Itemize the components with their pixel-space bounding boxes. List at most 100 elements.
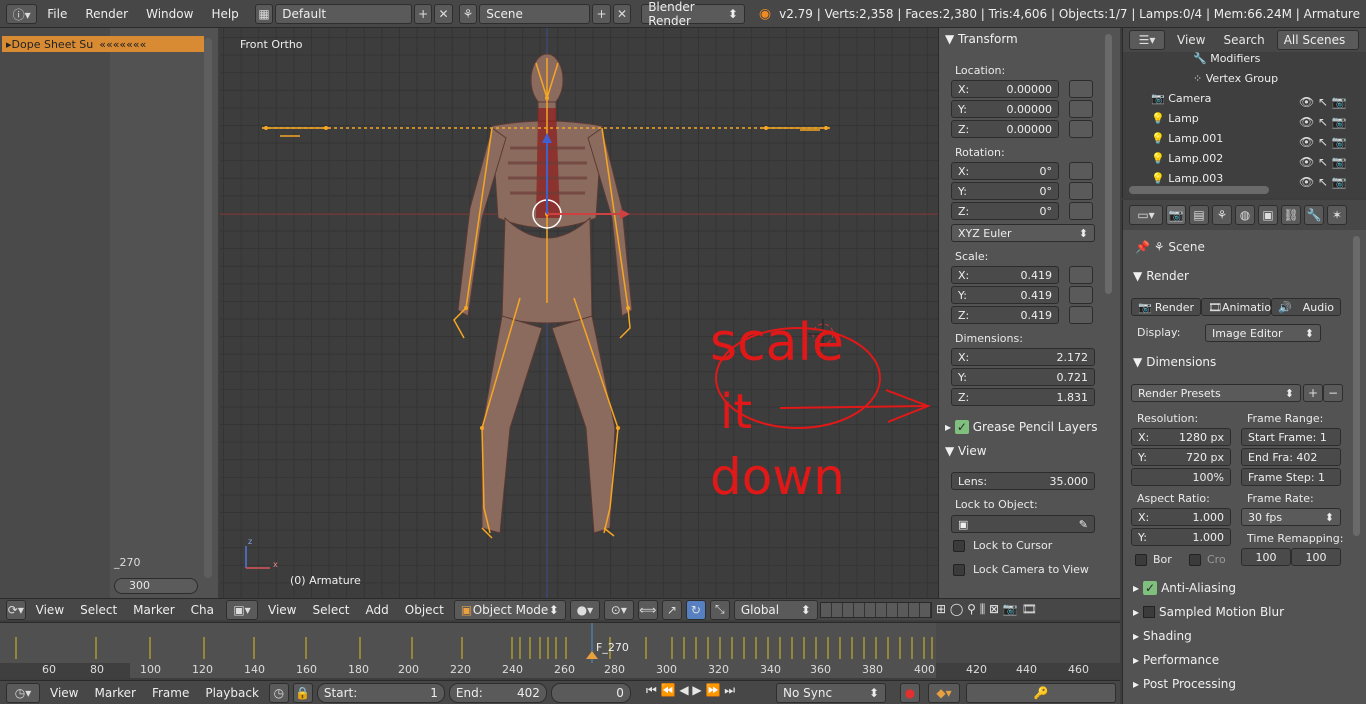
scene-select[interactable]: Scene [479, 4, 591, 24]
sync-select[interactable]: No Sync ⬍ [776, 683, 886, 703]
lock-icon[interactable] [1069, 162, 1093, 180]
outliner-icon[interactable]: ☰▾ [1129, 30, 1165, 50]
lock-icon[interactable] [1069, 202, 1093, 220]
dopesheet-editor-icon[interactable]: ⟳▾ [6, 599, 26, 620]
layers-tab-icon[interactable]: ▤ [1189, 205, 1209, 225]
post-processing-header[interactable]: ▸ Post Processing [1133, 674, 1357, 694]
lock-icon[interactable] [1069, 100, 1093, 118]
render-section-header[interactable]: ▼ Render [1133, 266, 1357, 286]
rotation-x[interactable]: X: 0° [951, 162, 1059, 180]
location-y[interactable]: Y: 0.00000 [951, 100, 1059, 118]
dimension-x[interactable]: X: 2.172 [951, 348, 1095, 366]
scale-icon[interactable]: ⤡ [709, 599, 730, 620]
border-checkbox[interactable] [1135, 554, 1147, 566]
scene-icon[interactable]: ⚘ [458, 4, 478, 24]
lock-icon[interactable] [1069, 266, 1093, 284]
manipulator-toggle-icon[interactable]: ⟺ [637, 599, 658, 620]
add-scene-icon[interactable]: + [592, 4, 611, 24]
end-frame-input[interactable]: End: 402 [448, 682, 547, 703]
resolution-x[interactable]: X: 1280 px [1131, 428, 1231, 446]
scrollbar[interactable] [1129, 186, 1269, 194]
world-tab-icon[interactable]: ◍ [1235, 205, 1255, 225]
data-tab-icon[interactable]: ✶ [1327, 205, 1347, 225]
add-layout-icon[interactable]: + [413, 4, 433, 24]
menu-help[interactable]: Help [203, 3, 246, 25]
object-tab-icon[interactable]: ▣ [1258, 205, 1278, 225]
frame-step-field[interactable]: Frame Step: 1 [1241, 468, 1341, 486]
timeline[interactable]: F_270 60 80 100 120 140 160 180 200 220 … [0, 622, 1120, 678]
grease-pencil-header[interactable]: ▸ ✓ Grease Pencil Layers [945, 420, 1097, 434]
scale-y[interactable]: Y: 0.419 [951, 286, 1059, 304]
outliner-item[interactable]: ⁘ Vertex Group [1123, 72, 1366, 92]
outliner-filter-select[interactable]: All Scenes [1276, 30, 1359, 50]
outliner-item[interactable]: 🔧 Modifiers [1123, 52, 1366, 72]
vp-menu-select[interactable]: Select [306, 603, 355, 617]
lock-icon[interactable] [1069, 286, 1093, 304]
info-icon[interactable]: ⓘ▾ [6, 4, 38, 24]
lock-icon[interactable]: 🔒 [292, 682, 313, 703]
menu-render[interactable]: Render [77, 3, 136, 25]
pivot-icon[interactable]: ⊙▾ [603, 599, 634, 620]
constraints-tab-icon[interactable]: ⛓ [1281, 205, 1301, 225]
timeline-editor-icon[interactable]: ◷▾ [6, 682, 40, 703]
dope-menu-view[interactable]: View [30, 603, 70, 617]
add-preset-icon[interactable]: + [1303, 384, 1323, 402]
keying-icon[interactable]: ◆▾ [928, 683, 960, 703]
scrollbar[interactable] [204, 38, 212, 578]
start-frame-field[interactable]: Start Frame: 1 [1241, 428, 1341, 446]
modifiers-tab-icon[interactable]: 🔧 [1304, 205, 1324, 225]
rotation-mode-select[interactable]: XYZ Euler ⬍ [951, 224, 1095, 242]
location-z[interactable]: Z: 0.00000 [951, 120, 1059, 138]
location-x[interactable]: X: 0.00000 [951, 80, 1059, 98]
keyframe-insert-icon[interactable]: 🔑 [966, 683, 1116, 703]
tl-menu-frame[interactable]: Frame [146, 686, 195, 700]
tl-menu-marker[interactable]: Marker [88, 686, 141, 700]
lock-cursor-checkbox[interactable] [953, 540, 965, 552]
record-icon[interactable]: ● [900, 683, 920, 703]
playback-controls[interactable]: ⏮ ⏪ ◀ ▶ ⏩ ⏭ [646, 683, 735, 698]
visibility-icons[interactable]: 👁 ↖ 📷 👁 ↖ 📷 👁 ↖ 📷 👁 ↖ 📷 👁 ↖ 📷 [1299, 92, 1347, 192]
layout-select[interactable]: Default [275, 4, 412, 24]
viewport-editor-icon[interactable]: ▣▾ [226, 599, 258, 620]
3d-viewport[interactable]: Front Ortho scale it down z x (0) Armatu… [220, 28, 938, 598]
orientation-select[interactable]: Global ⬍ [733, 599, 818, 620]
dope-menu-channel[interactable]: Cha [185, 603, 220, 617]
view-header[interactable]: ▼ View [945, 444, 987, 458]
remap-new-field[interactable]: 100 [1291, 548, 1341, 566]
scale-z[interactable]: Z: 0.419 [951, 306, 1059, 324]
audio-button[interactable]: 🔊 Audio [1271, 298, 1341, 316]
start-frame-input[interactable]: Start: 1 [316, 682, 445, 703]
layer-buttons[interactable] [820, 602, 932, 618]
lock-icon[interactable] [1069, 306, 1093, 324]
remap-old-field[interactable]: 100 [1241, 548, 1291, 566]
lens-field[interactable]: Lens: 35.000 [951, 472, 1095, 490]
translate-icon[interactable]: ↗ [661, 599, 682, 620]
current-frame-input[interactable]: 0 [550, 682, 631, 703]
mode-select[interactable]: ▣ Object Mode ⬍ [453, 599, 566, 620]
dopesheet-summary[interactable]: ▸ Dope Sheet Su ««««««« [2, 36, 204, 52]
remove-preset-icon[interactable]: − [1323, 384, 1343, 402]
lock-icon[interactable] [1069, 120, 1093, 138]
scrollbar[interactable] [1105, 34, 1112, 294]
shading-icon[interactable]: ●▾ [569, 599, 600, 620]
dimension-z[interactable]: Z: 1.831 [951, 388, 1095, 406]
lock-camera-checkbox[interactable] [953, 564, 965, 576]
scene-tab-icon[interactable]: ⚘ [1212, 205, 1232, 225]
dimension-y[interactable]: Y: 0.721 [951, 368, 1095, 386]
close-layout-icon[interactable]: ✕ [434, 4, 453, 24]
scale-x[interactable]: X: 0.419 [951, 266, 1059, 284]
aspect-y[interactable]: Y: 1.000 [1131, 528, 1231, 546]
editor-type-icon[interactable]: ▭▾ [1129, 205, 1163, 225]
crop-checkbox[interactable] [1189, 554, 1201, 566]
tl-menu-playback[interactable]: Playback [199, 686, 265, 700]
dimensions-section-header[interactable]: ▼ Dimensions [1133, 352, 1357, 372]
clock-icon[interactable]: ◷ [268, 682, 289, 703]
render-engine-select[interactable]: Blender Render ⬍ [641, 0, 745, 28]
tl-menu-view[interactable]: View [44, 686, 84, 700]
outliner-menu-search[interactable]: Search [1217, 33, 1270, 47]
render-presets-select[interactable]: Render Presets ⬍ [1131, 384, 1301, 402]
shading-header[interactable]: ▸ Shading [1133, 626, 1357, 646]
aspect-x[interactable]: X: 1.000 [1131, 508, 1231, 526]
performance-header[interactable]: ▸ Performance [1133, 650, 1357, 670]
end-frame-field[interactable]: 300 [114, 578, 198, 594]
